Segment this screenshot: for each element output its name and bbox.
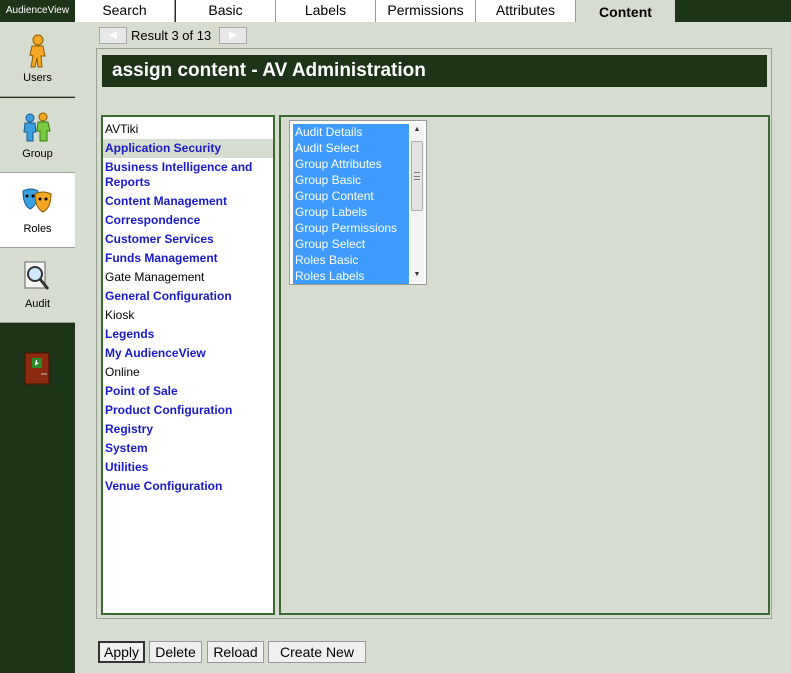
listbox-scrollbar[interactable]: ▲ ▼ [410, 123, 424, 282]
category-item[interactable]: Correspondence [103, 211, 273, 230]
content-item-option[interactable]: Group Labels [293, 204, 409, 220]
tab-search[interactable]: Search [75, 0, 175, 22]
result-counter: Result 3 of 13 [131, 28, 212, 43]
category-item[interactable]: Legends [103, 325, 273, 344]
category-item[interactable]: General Configuration [103, 287, 273, 306]
content-item-option[interactable]: Group Content [293, 188, 409, 204]
roles-masks-icon [22, 188, 52, 213]
content-item-option[interactable]: Group Attributes [293, 156, 409, 172]
scroll-up-arrow-icon[interactable]: ▲ [410, 123, 424, 137]
category-item[interactable]: Content Management [103, 192, 273, 211]
sidebar-item-audit[interactable]: Audit [0, 248, 75, 323]
arrow-left-icon: ◀ [109, 30, 117, 41]
category-item[interactable]: System [103, 439, 273, 458]
apply-button[interactable]: Apply [98, 641, 145, 663]
content-item-option[interactable]: Audit Select [293, 140, 409, 156]
sidebar-item-label: Group [22, 148, 53, 160]
category-item[interactable]: Gate Management [103, 268, 273, 287]
tab-attributes[interactable]: Attributes [476, 0, 576, 22]
category-item[interactable]: Business Intelligence and Reports [103, 158, 273, 192]
category-item[interactable]: AVTiki [103, 120, 273, 139]
category-item[interactable]: Kiosk [103, 306, 273, 325]
create-new-button[interactable]: Create New [268, 641, 366, 663]
content-item-option[interactable]: Group Select [293, 236, 409, 252]
audit-magnifier-icon [24, 261, 50, 290]
user-icon [29, 34, 46, 68]
sidebar-item-roles[interactable]: Roles [0, 173, 75, 248]
reload-button[interactable]: Reload [207, 641, 264, 663]
content-items-list: Audit Details Audit Select Group Attribute… [293, 124, 409, 284]
exit-door-icon[interactable] [24, 352, 51, 385]
category-item[interactable]: Point of Sale [103, 382, 273, 401]
content-items-listbox[interactable]: Audit Details Audit Select Group Attribute… [289, 120, 427, 285]
category-item[interactable]: Application Security [103, 139, 273, 158]
category-item[interactable]: Utilities [103, 458, 273, 477]
sidebar-item-label: Audit [24, 298, 51, 310]
sidebar: AudienceView Users Group Roles Audit [0, 0, 75, 673]
sidebar-item-users[interactable]: Users [0, 22, 75, 97]
arrow-right-icon: ▶ [229, 30, 237, 41]
category-item[interactable]: Funds Management [103, 249, 273, 268]
content-item-option[interactable]: Roles Basic [293, 252, 409, 268]
next-result-button[interactable]: ▶ [219, 27, 247, 44]
sidebar-item-label: Roles [23, 223, 52, 235]
app-brand: AudienceView [0, 0, 75, 21]
content-item-option[interactable]: Audit Details [293, 124, 409, 140]
sidebar-item-label: Users [23, 72, 52, 84]
category-list[interactable]: AVTiki Application Security Business Intel… [101, 115, 275, 615]
delete-button[interactable]: Delete [149, 641, 202, 663]
tab-content[interactable]: Content [576, 0, 675, 24]
sidebar-item-group[interactable]: Group [0, 98, 75, 173]
content-item-option[interactable]: Group Basic [293, 172, 409, 188]
category-item[interactable]: My AudienceView [103, 344, 273, 363]
tab-bar: Search Basic Labels Permissions Attribut… [75, 0, 791, 24]
tab-permissions[interactable]: Permissions [376, 0, 476, 22]
page-title: assign content - AV Administration [102, 55, 767, 87]
scroll-down-arrow-icon[interactable]: ▼ [410, 268, 424, 282]
tab-labels[interactable]: Labels [276, 0, 376, 22]
scroll-thumb[interactable] [411, 141, 423, 211]
previous-result-button[interactable]: ◀ [99, 27, 127, 44]
content-item-option[interactable]: Roles Labels [293, 268, 409, 284]
category-item[interactable]: Customer Services [103, 230, 273, 249]
group-icon [23, 112, 51, 142]
category-item[interactable]: Online [103, 363, 273, 382]
grip-icon [414, 172, 420, 180]
category-item[interactable]: Product Configuration [103, 401, 273, 420]
category-item[interactable]: Venue Configuration [103, 477, 273, 496]
content-item-option[interactable]: Group Permissions [293, 220, 409, 236]
category-item[interactable]: Registry [103, 420, 273, 439]
tab-basic[interactable]: Basic [176, 0, 276, 22]
